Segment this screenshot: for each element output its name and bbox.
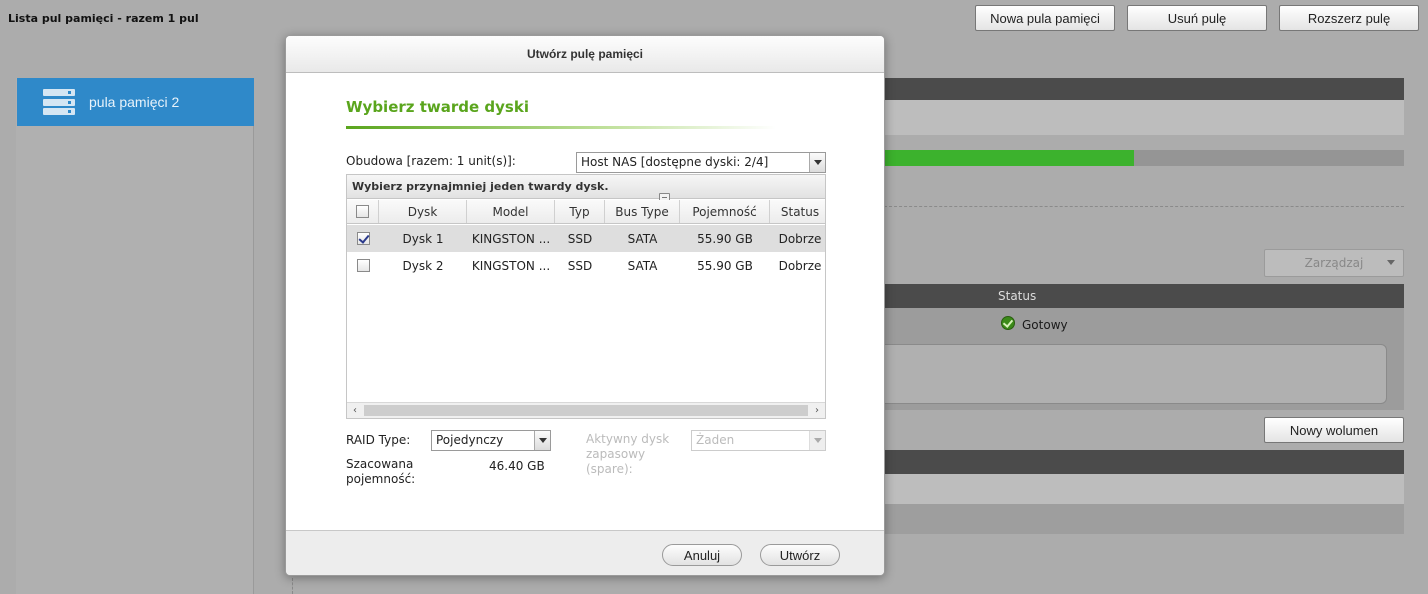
grid-caption: Wybierz przynajmniej jeden twardy dysk. bbox=[347, 175, 825, 199]
select-all-cell bbox=[347, 200, 379, 223]
pool-header-bar bbox=[884, 78, 1404, 100]
col-bus-type[interactable]: Bus Type bbox=[605, 200, 680, 223]
estimated-capacity-value: 46.40 GB bbox=[489, 459, 545, 473]
create-pool-dialog: Utwórz pulę pamięci Wybierz twarde dyski… bbox=[285, 35, 885, 576]
disk-status: Dobrze bbox=[778, 231, 822, 246]
spare-disk-label: Aktywny dysk zapasowy (spare): bbox=[586, 432, 670, 476]
storage-server-icon bbox=[43, 89, 75, 115]
disk-model: KINGSTON ... bbox=[471, 231, 551, 246]
enclosure-label: Obudowa [razem: 1 unit(s)]: bbox=[346, 154, 516, 168]
sidebar-item-pool[interactable]: pula pamięci 2 bbox=[17, 78, 254, 126]
table-row[interactable]: Dysk 1 KINGSTON ... SSD SATA 55.90 GB Do… bbox=[347, 225, 825, 252]
row-select-cell bbox=[347, 225, 379, 252]
divider bbox=[884, 206, 1404, 207]
pool-list-panel bbox=[16, 78, 254, 594]
chevron-down-icon bbox=[1387, 260, 1395, 265]
enclosure-select[interactable]: Host NAS [dostępne dyski: 2/4] bbox=[576, 152, 826, 173]
sidebar-item-label: pula pamięci 2 bbox=[89, 94, 180, 110]
raid-type-select[interactable]: Pojedynczy bbox=[431, 430, 551, 451]
volume-detail-box bbox=[884, 344, 1387, 404]
create-button[interactable]: Utwórz bbox=[760, 544, 840, 566]
col-model[interactable]: Model bbox=[467, 200, 555, 223]
volume-status: Gotowy bbox=[1022, 318, 1068, 332]
volume-table-header: Status bbox=[884, 284, 1404, 308]
expand-pool-button[interactable]: Rozszerz pulę bbox=[1279, 5, 1419, 31]
row-checkbox[interactable] bbox=[356, 232, 370, 245]
chevron-right-icon[interactable]: › bbox=[809, 403, 825, 418]
row-select-cell bbox=[347, 252, 379, 279]
disk-grid: Wybierz przynajmniej jeden twardy dysk. … bbox=[346, 174, 826, 419]
disk-model: KINGSTON ... bbox=[471, 258, 551, 273]
raid-type-value: Pojedynczy bbox=[436, 433, 504, 447]
disk-capacity: 55.90 GB bbox=[697, 231, 753, 246]
dialog-title: Utwórz pulę pamięci bbox=[286, 36, 884, 73]
section-header-bar bbox=[884, 450, 1404, 474]
chevron-down-icon bbox=[809, 431, 825, 450]
disk-type: SSD bbox=[567, 231, 593, 246]
chevron-left-icon[interactable]: ‹ bbox=[347, 403, 363, 418]
status-column-header: Status bbox=[998, 289, 1037, 303]
col-disk[interactable]: Dysk bbox=[379, 200, 467, 223]
disk-bus: SATA bbox=[627, 258, 658, 273]
ready-check-icon bbox=[1001, 316, 1015, 330]
enclosure-value: Host NAS [dostępne dyski: 2/4] bbox=[581, 155, 769, 169]
divider bbox=[292, 578, 293, 594]
spare-disk-select: Żaden bbox=[691, 430, 826, 451]
new-pool-button[interactable]: Nowa pula pamięci bbox=[975, 5, 1115, 31]
manage-label: Zarządzaj bbox=[1304, 256, 1364, 270]
section-row-1 bbox=[884, 474, 1404, 504]
section-title: Wybierz twarde dyski bbox=[346, 98, 529, 116]
col-capacity[interactable]: Pojemność bbox=[680, 200, 770, 223]
pool-info-row bbox=[884, 100, 1404, 135]
chevron-down-icon bbox=[809, 153, 825, 172]
spare-disk-value: Żaden bbox=[696, 433, 735, 447]
cancel-button[interactable]: Anuluj bbox=[662, 544, 742, 566]
select-all-checkbox[interactable] bbox=[356, 205, 369, 218]
scrollbar-thumb[interactable] bbox=[364, 405, 808, 416]
disk-capacity: 55.90 GB bbox=[697, 258, 753, 273]
horizontal-scrollbar[interactable]: ‹ › bbox=[347, 402, 825, 418]
disk-name: Dysk 2 bbox=[402, 258, 444, 273]
disk-name: Dysk 1 bbox=[402, 231, 444, 246]
disk-bus: SATA bbox=[627, 231, 658, 246]
section-row-2 bbox=[884, 504, 1404, 534]
chevron-down-icon bbox=[534, 431, 550, 450]
row-checkbox[interactable] bbox=[356, 259, 370, 272]
estimated-capacity-label: Szacowana pojemność: bbox=[346, 457, 416, 486]
remove-pool-button[interactable]: Usuń pulę bbox=[1127, 5, 1267, 31]
section-underline bbox=[346, 126, 776, 129]
new-volume-button[interactable]: Nowy wolumen bbox=[1264, 417, 1404, 443]
col-status[interactable]: Status bbox=[770, 200, 825, 223]
table-row[interactable]: Dysk 2 KINGSTON ... SSD SATA 55.90 GB Do… bbox=[347, 252, 825, 279]
dialog-footer: Anuluj Utwórz bbox=[286, 530, 884, 575]
raid-type-label: RAID Type: bbox=[346, 433, 411, 447]
grid-header: Dysk Model Typ Bus Type Pojemność Status bbox=[347, 200, 825, 224]
manage-dropdown[interactable]: Zarządzaj bbox=[1264, 249, 1404, 277]
usage-progress-fill bbox=[884, 150, 1134, 166]
usage-progress-bar bbox=[884, 150, 1404, 166]
disk-status: Dobrze bbox=[778, 258, 822, 273]
col-type[interactable]: Typ bbox=[555, 200, 605, 223]
page-title: Lista pul pamięci - razem 1 pul bbox=[8, 12, 199, 25]
disk-type: SSD bbox=[567, 258, 593, 273]
